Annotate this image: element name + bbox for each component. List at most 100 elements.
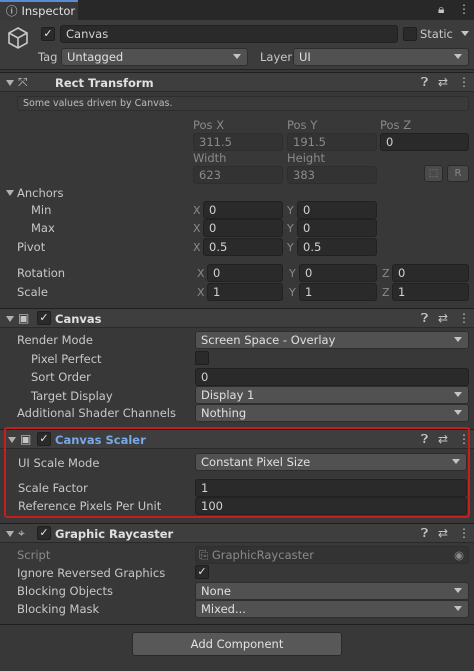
graphic-raycaster-header[interactable]: ⌖ ✓ Graphic Raycaster ❓︎ ⇄ ⋮ [0, 523, 474, 543]
anchors-label: Anchors [17, 186, 64, 200]
object-header: ✓ Canvas Static Tag Untagged Layer UI [0, 20, 474, 70]
gameobject-cube-icon [8, 27, 28, 49]
pixel-perfect-checkbox[interactable] [195, 351, 209, 365]
object-picker-icon: ◉ [453, 548, 464, 562]
tab-title: Inspector [21, 4, 76, 18]
fold-arrow-icon[interactable] [6, 316, 14, 322]
static-dropdown[interactable] [460, 26, 470, 44]
ignore-reversed-label: Ignore Reversed Graphics [17, 566, 166, 580]
rotation-x-field[interactable]: 0 [207, 264, 283, 282]
rotation-z-field[interactable]: 0 [392, 264, 469, 282]
pos-x-field[interactable]: 311.5 [193, 133, 283, 151]
pos-z-label: Pos Z [380, 118, 412, 132]
scale-y-field[interactable]: 1 [299, 283, 377, 301]
pivot-y-field[interactable]: 0.5 [297, 238, 377, 256]
info-icon: ⓘ [6, 4, 18, 18]
sort-order-label: Sort Order [31, 370, 91, 384]
fold-arrow-icon[interactable] [6, 531, 14, 537]
fold-arrow-icon[interactable] [6, 80, 14, 86]
rect-transform-header[interactable]: ⤧ Rect Transform ❓︎ ⇄ ⋮ [0, 72, 474, 92]
scale-label: Scale [17, 285, 48, 299]
scale-x-label: X [197, 286, 205, 299]
pos-x-label: Pos X [193, 118, 225, 132]
layer-dropdown[interactable]: UI [293, 48, 469, 66]
min-label: Min [31, 203, 52, 217]
static-label: Static [420, 27, 453, 41]
preset-icon[interactable]: ⇄ [438, 311, 448, 325]
rot-y-label: Y [289, 267, 296, 280]
target-display-dropdown[interactable]: Display 1 [195, 386, 469, 404]
tab-inspector[interactable]: ⓘ Inspector [0, 0, 78, 20]
add-component-button[interactable]: Add Component [132, 632, 342, 656]
preset-icon[interactable]: ⇄ [438, 526, 448, 540]
canvas-component-icon: ▣ [18, 311, 30, 325]
max-label: Max [31, 221, 55, 235]
layer-value: UI [299, 50, 311, 64]
blocking-objects-label: Blocking Objects [17, 584, 113, 598]
scale-y-label: Y [289, 286, 296, 299]
rot-x-label: X [197, 267, 205, 280]
menu-icon[interactable]: ⋮ [458, 2, 470, 16]
scale-z-field[interactable]: 1 [392, 283, 469, 301]
blocking-mask-dropdown[interactable]: Mixed... [195, 600, 469, 618]
render-mode-value: Screen Space - Overlay [201, 333, 336, 347]
context-menu-icon[interactable]: ⋮ [458, 75, 470, 89]
width-label: Width [193, 151, 227, 165]
min-y-field[interactable]: 0 [297, 201, 377, 219]
pivot-x-field[interactable]: 0.5 [203, 238, 283, 256]
ignore-reversed-checkbox[interactable]: ✓ [195, 565, 209, 579]
anchors-fold-icon[interactable] [6, 190, 14, 196]
pos-y-label: Pos Y [287, 118, 318, 132]
help-icon[interactable]: ❓︎ [421, 75, 428, 90]
raw-edit-button[interactable]: R [447, 165, 469, 182]
width-field[interactable]: 623 [193, 166, 283, 184]
static-checkbox[interactable] [403, 27, 417, 41]
rect-transform-icon: ⤧ [18, 75, 28, 89]
raycaster-enabled-checkbox[interactable]: ✓ [37, 526, 51, 540]
dotted-square-icon: ⬚ [428, 168, 439, 179]
active-checkbox[interactable]: ✓ [41, 27, 55, 41]
rect-transform-title: Rect Transform [55, 76, 154, 90]
object-name-field[interactable]: Canvas [60, 25, 398, 43]
tag-dropdown[interactable]: Untagged [61, 48, 248, 66]
blocking-objects-dropdown[interactable]: None [195, 582, 469, 600]
max-y-field[interactable]: 0 [297, 219, 377, 237]
script-label: Script [17, 548, 51, 562]
pos-z-field[interactable]: 0 [380, 133, 469, 151]
blueprint-mode-button[interactable]: ⬚ [424, 165, 443, 182]
rotation-label: Rotation [17, 266, 66, 280]
min-y-label: Y [287, 204, 294, 217]
rot-z-label: Z [382, 267, 390, 280]
canvas-title: Canvas [55, 312, 102, 326]
divider [0, 624, 474, 625]
rotation-y-field[interactable]: 0 [299, 264, 377, 282]
target-display-value: Display 1 [201, 388, 255, 402]
help-icon[interactable]: ❓︎ [421, 311, 428, 326]
driven-note: Some values driven by Canvas. [17, 96, 469, 111]
context-menu-icon[interactable]: ⋮ [458, 526, 470, 540]
shader-channels-label: Additional Shader Channels [17, 406, 176, 420]
render-mode-dropdown[interactable]: Screen Space - Overlay [195, 331, 469, 349]
pos-y-field[interactable]: 191.5 [287, 133, 377, 151]
blocking-mask-value: Mixed... [201, 602, 246, 616]
height-label: Height [287, 151, 326, 165]
graphic-raycaster-title: Graphic Raycaster [55, 527, 174, 541]
scale-x-field[interactable]: 1 [207, 283, 283, 301]
height-field[interactable]: 383 [287, 166, 377, 184]
shader-channels-value: Nothing [201, 406, 247, 420]
min-x-field[interactable]: 0 [203, 201, 283, 219]
canvas-enabled-checkbox[interactable]: ✓ [37, 311, 51, 325]
tab-bar: ⓘ Inspector 🔒︎ ⋮ [0, 0, 474, 20]
preset-icon[interactable]: ⇄ [438, 75, 448, 89]
shader-channels-dropdown[interactable]: Nothing [195, 404, 469, 422]
sort-order-field[interactable]: 0 [195, 368, 469, 386]
script-value: GraphicRaycaster [211, 548, 314, 562]
max-x-field[interactable]: 0 [203, 219, 283, 237]
canvas-header[interactable]: ▣ ✓ Canvas ❓︎ ⇄ ⋮ [0, 308, 474, 328]
blocking-objects-value: None [201, 584, 232, 598]
highlight-box [4, 427, 470, 518]
pivot-x-label: X [193, 241, 201, 254]
help-icon[interactable]: ❓︎ [421, 526, 428, 541]
lock-icon[interactable]: 🔒︎ [438, 2, 444, 17]
context-menu-icon[interactable]: ⋮ [458, 311, 470, 325]
